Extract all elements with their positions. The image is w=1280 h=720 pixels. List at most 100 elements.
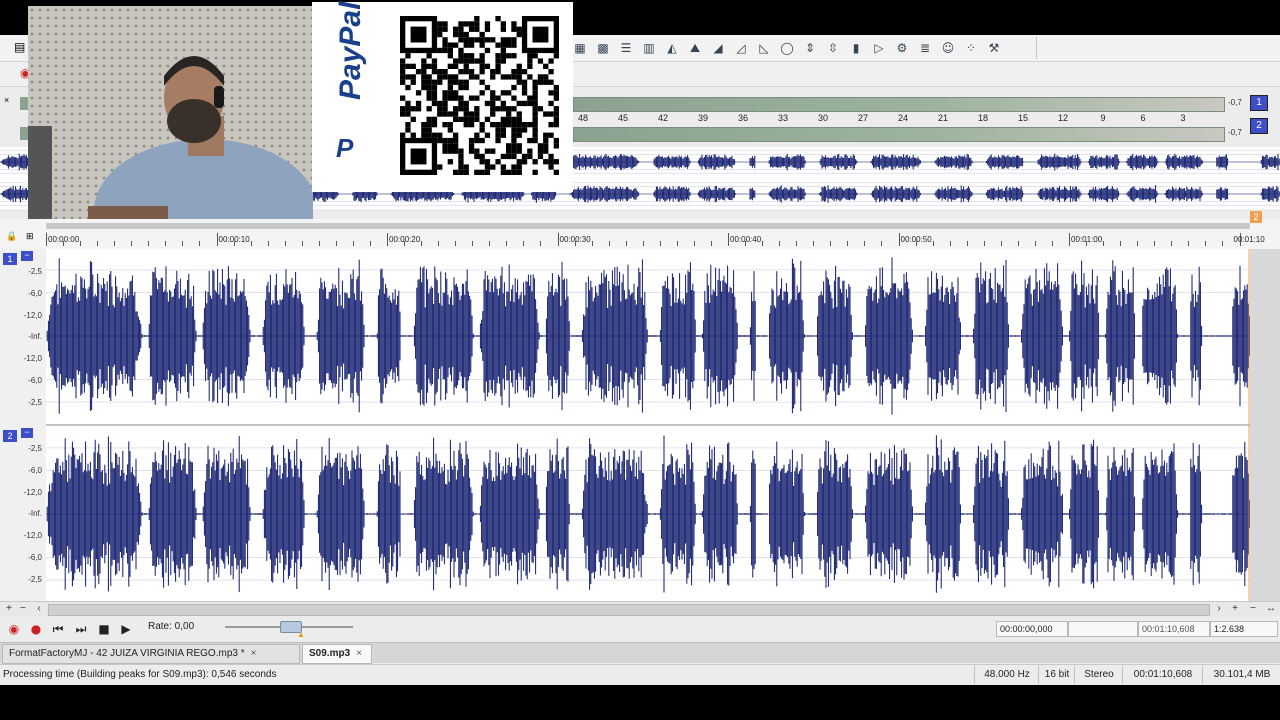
fit-icon[interactable]: ↔ xyxy=(1264,602,1278,616)
area-chart-icon[interactable]: ◭ xyxy=(662,39,682,57)
db-scale-label: -Inf. xyxy=(28,332,42,342)
lock-icon[interactable]: 🔒 xyxy=(6,231,17,242)
meter-stub-2 xyxy=(20,127,28,140)
snap-icon[interactable]: ⊞ xyxy=(26,231,34,242)
ruler-minor-tick xyxy=(915,241,917,246)
close-icon[interactable]: × xyxy=(356,648,362,659)
meter-scale-label: 6 xyxy=(1140,113,1146,123)
track-number-badge[interactable]: 2 xyxy=(3,430,17,442)
ruler-minor-tick xyxy=(438,241,440,246)
tool-icons: ▦ ▩ ☰ ▥ ◭ ⛰ ◢ ◿ ◺ ◯ ⇕ ⇳ ▮ ▷ ⚙ ≣ ☺ ⁘ ⚒ xyxy=(570,39,1004,57)
grid-icon[interactable]: ▦ xyxy=(570,39,590,57)
ruler-minor-tick xyxy=(779,241,781,246)
ruler-minor-tick xyxy=(267,241,269,246)
ruler-minor-tick xyxy=(318,241,320,246)
new-file-icon[interactable]: ▤ xyxy=(14,40,25,54)
ruler-minor-tick xyxy=(369,241,371,246)
ruler-minor-tick xyxy=(1000,241,1002,246)
cursor-time-field[interactable]: 00:00:00,000 xyxy=(996,621,1068,637)
close-icon[interactable]: × xyxy=(251,648,257,659)
meter-scale-label: 36 xyxy=(737,113,749,123)
record-button[interactable]: ● xyxy=(28,621,44,637)
colorful-grid-icon[interactable]: ▩ xyxy=(593,39,613,57)
end-marker[interactable]: 2 xyxy=(1250,211,1262,223)
vertical-arrows-icon[interactable]: ⇕ xyxy=(800,39,820,57)
record-arm-icon[interactable]: ◉ xyxy=(6,621,22,637)
meter-scale-label: 15 xyxy=(1017,113,1029,123)
list-icon[interactable]: ☰ xyxy=(616,39,636,57)
selection-length-field[interactable]: 00:01:10,608 xyxy=(1138,621,1210,637)
ruler-tick xyxy=(1069,233,1070,246)
scroll-left-icon[interactable]: ‹ xyxy=(32,602,46,616)
ruler-label: 00:01:10 xyxy=(1233,235,1265,244)
bit-depth[interactable]: 16 bit xyxy=(1038,666,1075,684)
paypal-p-icon: P xyxy=(336,133,354,163)
ruler-tick xyxy=(46,233,47,246)
zoom-ratio-field[interactable]: 1:2.638 xyxy=(1210,621,1278,637)
waveform-svg xyxy=(46,249,1251,601)
selection-strip[interactable] xyxy=(46,223,1250,229)
ruler-tick xyxy=(728,233,729,246)
horizontal-scrollbar[interactable]: + − ‹ › + − ↔ xyxy=(0,601,1280,616)
play-button[interactable]: ▶ xyxy=(118,621,134,637)
ramp-up-icon[interactable]: ◢ xyxy=(708,39,728,57)
tab-s09[interactable]: S09.mp3 × xyxy=(302,644,372,664)
track-collapse-button[interactable]: − xyxy=(21,428,33,438)
track-number-badge[interactable]: 1 xyxy=(3,253,17,265)
ruler-minor-tick xyxy=(284,241,286,246)
zoom-out-right-icon[interactable]: − xyxy=(1246,602,1260,616)
ruler-minor-tick xyxy=(1188,241,1190,246)
person-icon[interactable]: ☺ xyxy=(938,39,958,57)
ruler-tick xyxy=(898,233,900,246)
channel2-badge[interactable]: 2 xyxy=(1250,118,1268,134)
scroll-right-icon[interactable]: › xyxy=(1212,602,1226,616)
mountain-chart-icon[interactable]: ⛰ xyxy=(685,39,705,57)
ruler-minor-tick xyxy=(676,241,678,246)
ruler-minor-tick xyxy=(80,241,82,246)
dots-icon[interactable]: ⁘ xyxy=(961,39,981,57)
stop-button[interactable]: ■ xyxy=(96,621,112,637)
ruler-minor-tick xyxy=(813,241,815,246)
gear-icon[interactable]: ⚙ xyxy=(892,39,912,57)
meter-scale-label: 30 xyxy=(817,113,829,123)
ruler-minor-tick xyxy=(404,241,406,246)
ruler-minor-tick xyxy=(233,241,235,246)
ruler-minor-tick xyxy=(608,241,610,246)
split-icon[interactable]: ⇳ xyxy=(823,39,843,57)
tab-formatfactory[interactable]: FormatFactoryMJ - 42 JUIZA VIRGINIA REGO… xyxy=(2,644,300,664)
bar-chart-icon[interactable]: ▥ xyxy=(639,39,659,57)
play-icon[interactable]: ▷ xyxy=(869,39,889,57)
zoom-out-icon[interactable]: − xyxy=(16,602,30,616)
bars-icon[interactable]: ▮ xyxy=(846,39,866,57)
ruler-minor-tick xyxy=(352,241,354,246)
scroll-thumb[interactable] xyxy=(48,604,1210,616)
ruler-minor-tick xyxy=(966,241,968,246)
time-ruler[interactable]: 🔒 ⊞ 2 00:00:00 00:00:10 00:00:20 00:00:30 00… xyxy=(0,211,1280,250)
tool-icon[interactable]: ⚒ xyxy=(984,39,1004,57)
ruler-minor-tick xyxy=(881,241,883,246)
stack-icon[interactable]: ≣ xyxy=(915,39,935,57)
ruler-minor-tick xyxy=(796,241,798,246)
waveform-area[interactable] xyxy=(46,249,1251,601)
rate-label: Rate: 0,00 xyxy=(148,621,195,632)
file-duration: 00:01:10,608 xyxy=(1122,666,1203,684)
channel1-badge[interactable]: 1 xyxy=(1250,95,1268,111)
ruler-minor-tick xyxy=(97,241,99,246)
ruler-minor-tick xyxy=(574,241,576,246)
fade-in-icon[interactable]: ◿ xyxy=(731,39,751,57)
channel2-peak: -0,7 xyxy=(1228,128,1242,137)
go-to-end-button[interactable]: ⏭ xyxy=(73,621,89,637)
close-icon[interactable]: × xyxy=(4,95,9,105)
zoom-in-right-icon[interactable]: + xyxy=(1228,602,1242,616)
zoom-in-icon[interactable]: + xyxy=(2,602,16,616)
channel-mode[interactable]: Stereo xyxy=(1074,666,1123,684)
go-to-start-button[interactable]: ⏮ xyxy=(50,621,66,637)
db-scale-label: -2,5 xyxy=(28,267,42,276)
circle-icon[interactable]: ◯ xyxy=(777,39,797,57)
track-collapse-button[interactable]: − xyxy=(21,251,33,261)
ruler-minor-tick xyxy=(1222,241,1224,246)
fade-out-icon[interactable]: ◺ xyxy=(754,39,774,57)
selection-start-field[interactable] xyxy=(1068,621,1138,637)
meter-scale-label: 42 xyxy=(657,113,669,123)
sample-rate[interactable]: 48.000 Hz xyxy=(974,666,1039,684)
